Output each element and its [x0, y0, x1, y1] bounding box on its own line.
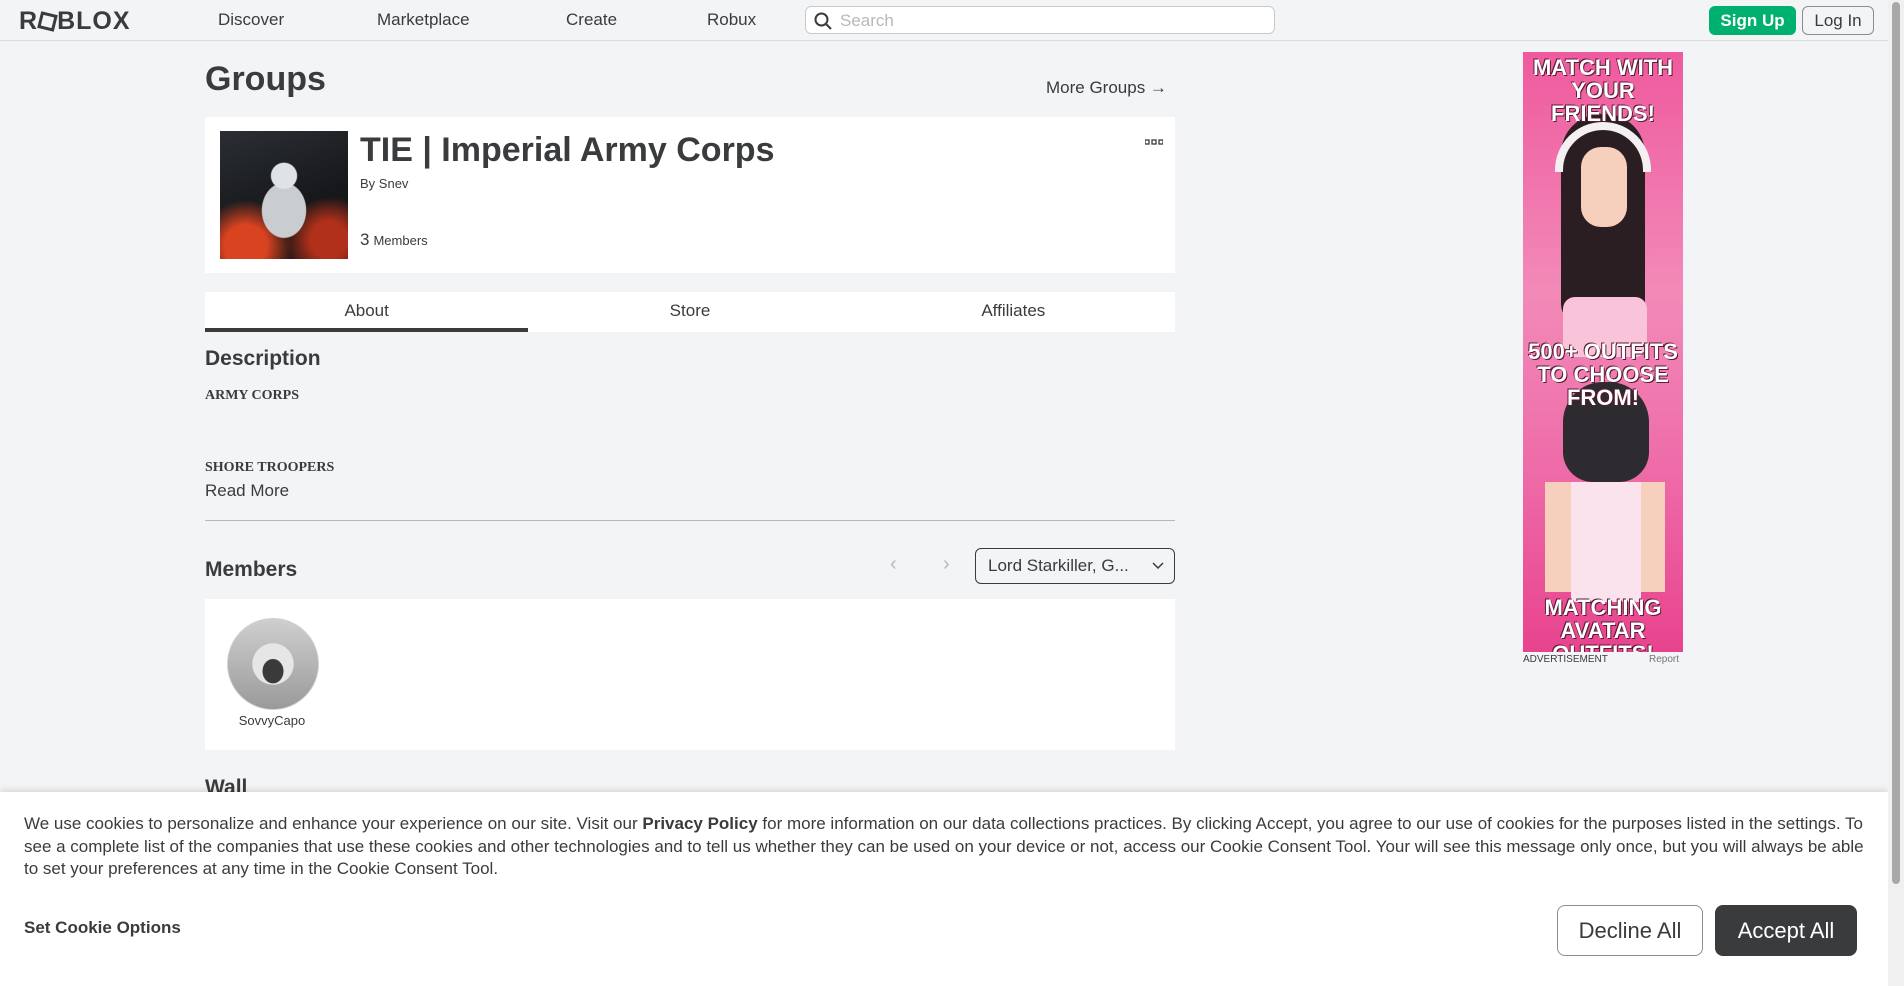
log-in-button[interactable]: Log In	[1802, 6, 1874, 35]
tab-store[interactable]: Store	[528, 292, 851, 332]
cookie-text-start: We use cookies to personalize and enhanc…	[24, 814, 643, 833]
members-list: SovvyCapo	[205, 599, 1175, 750]
member-name[interactable]: SovvyCapo	[205, 713, 339, 728]
member-count-label: Members	[373, 233, 428, 248]
role-dropdown[interactable]: Lord Starkiller, G...	[975, 548, 1175, 584]
ad-headline-top: MATCH WITH YOUR FRIENDS!	[1532, 55, 1674, 126]
ellipsis-icon[interactable]	[1144, 131, 1164, 152]
nav-create[interactable]: Create	[566, 10, 617, 30]
description-line: ARMY CORPS	[205, 388, 299, 403]
page-title: Groups	[205, 60, 326, 98]
read-more-link[interactable]: Read More	[205, 481, 289, 501]
cookie-message: We use cookies to personalize and enhanc…	[24, 813, 1874, 881]
ad-headline-mid: 500+ OUTFITS TO CHOOSE FROM!	[1528, 339, 1678, 410]
ad-headline-bottom: MATCHING AVATAR OUTFITS!	[1544, 595, 1662, 652]
members-title: Members	[205, 558, 298, 581]
group-member-count: 3 Members	[360, 230, 428, 250]
chevron-right-icon[interactable]: ›	[943, 553, 950, 576]
scrollbar-thumb[interactable]	[1892, 2, 1900, 884]
search-icon	[814, 12, 832, 35]
top-navigation-bar: R BLOX Discover Marketplace Create Robux …	[0, 0, 1888, 41]
group-owner: By Snev	[360, 176, 408, 191]
page-scrollbar[interactable]	[1888, 0, 1904, 986]
sign-up-button[interactable]: Sign Up	[1709, 6, 1796, 35]
avatar[interactable]	[227, 618, 319, 710]
tab-affiliates[interactable]: Affiliates	[852, 292, 1175, 332]
group-emblem	[220, 131, 348, 259]
group-owner-link[interactable]: Snev	[379, 176, 409, 191]
advertisement-banner[interactable]: MATCH WITH YOUR FRIENDS! 500+ OUTFITS TO…	[1523, 52, 1683, 652]
group-owner-prefix: By	[360, 176, 376, 191]
tab-about[interactable]: About	[205, 292, 529, 332]
group-tabs: About Store Affiliates	[205, 292, 1175, 332]
more-groups-link[interactable]: More Groups →	[1046, 78, 1167, 98]
accept-all-button[interactable]: Accept All	[1715, 905, 1857, 956]
nav-marketplace[interactable]: Marketplace	[377, 10, 470, 30]
ad-label: ADVERTISEMENT	[1523, 654, 1608, 665]
chevron-down-icon	[1152, 549, 1164, 583]
search-input[interactable]	[838, 9, 1262, 33]
role-selected-value: Lord Starkiller, G...	[988, 556, 1129, 575]
cookie-consent-banner: We use cookies to personalize and enhanc…	[0, 792, 1888, 986]
group-name: TIE | Imperial Army Corps	[360, 131, 775, 169]
roblox-logo[interactable]: R BLOX	[19, 7, 131, 36]
set-cookie-options-link[interactable]: Set Cookie Options	[24, 918, 181, 938]
section-divider	[205, 520, 1175, 521]
ad-character-face	[1581, 147, 1627, 227]
group-header-card: TIE | Imperial Army Corps By Snev 3 Membe…	[205, 117, 1175, 273]
ad-report-link[interactable]: Report	[1649, 654, 1679, 665]
search-box[interactable]	[805, 6, 1275, 34]
nav-discover[interactable]: Discover	[218, 10, 284, 30]
ad-second-character-outfit	[1571, 482, 1641, 602]
description-line: SHORE TROOPERS	[205, 460, 335, 475]
nav-robux[interactable]: Robux	[707, 10, 756, 30]
privacy-policy-link[interactable]: Privacy Policy	[642, 814, 757, 833]
member-count-value: 3	[360, 230, 370, 249]
description-title: Description	[205, 347, 321, 370]
chevron-left-icon[interactable]: ‹	[890, 553, 897, 576]
decline-all-button[interactable]: Decline All	[1557, 905, 1703, 956]
